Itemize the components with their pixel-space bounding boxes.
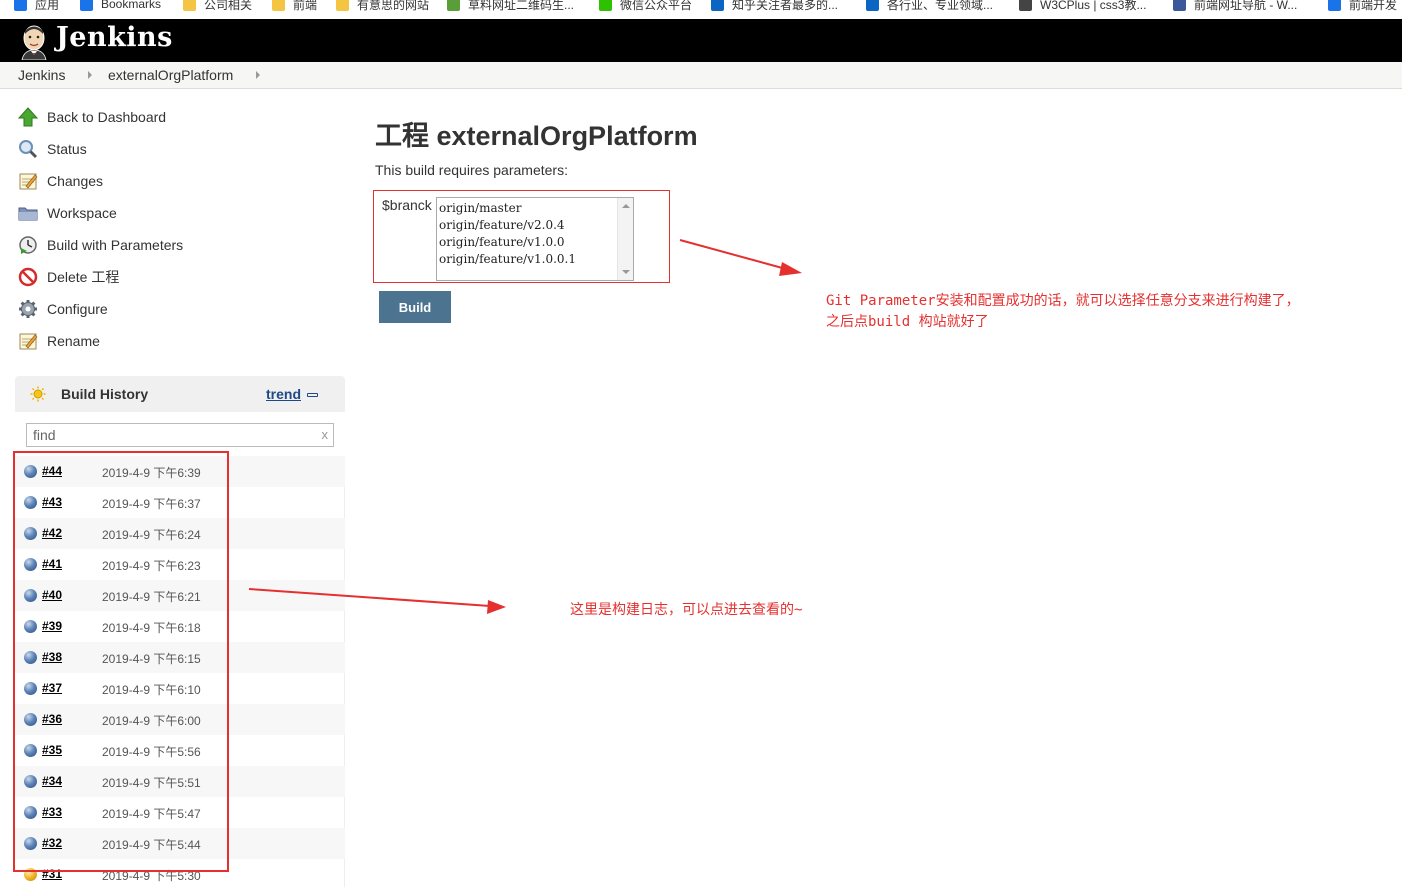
annotation-line: 之后点build 构站就好了 <box>826 314 989 330</box>
annotation-line: Git Parameter安装和配置成功的话，就可以选择任意分支来进行构建了， <box>826 293 1300 309</box>
annotation-parameter-note: Git Parameter安装和配置成功的话，就可以选择任意分支来进行构建了， … <box>826 291 1300 333</box>
annotation-history-note: 这里是构建日志，可以点进去查看的~ <box>570 602 803 618</box>
annotation-arrows <box>248 239 802 614</box>
annotation-arrow <box>248 588 506 614</box>
annotation-arrow <box>679 239 802 276</box>
